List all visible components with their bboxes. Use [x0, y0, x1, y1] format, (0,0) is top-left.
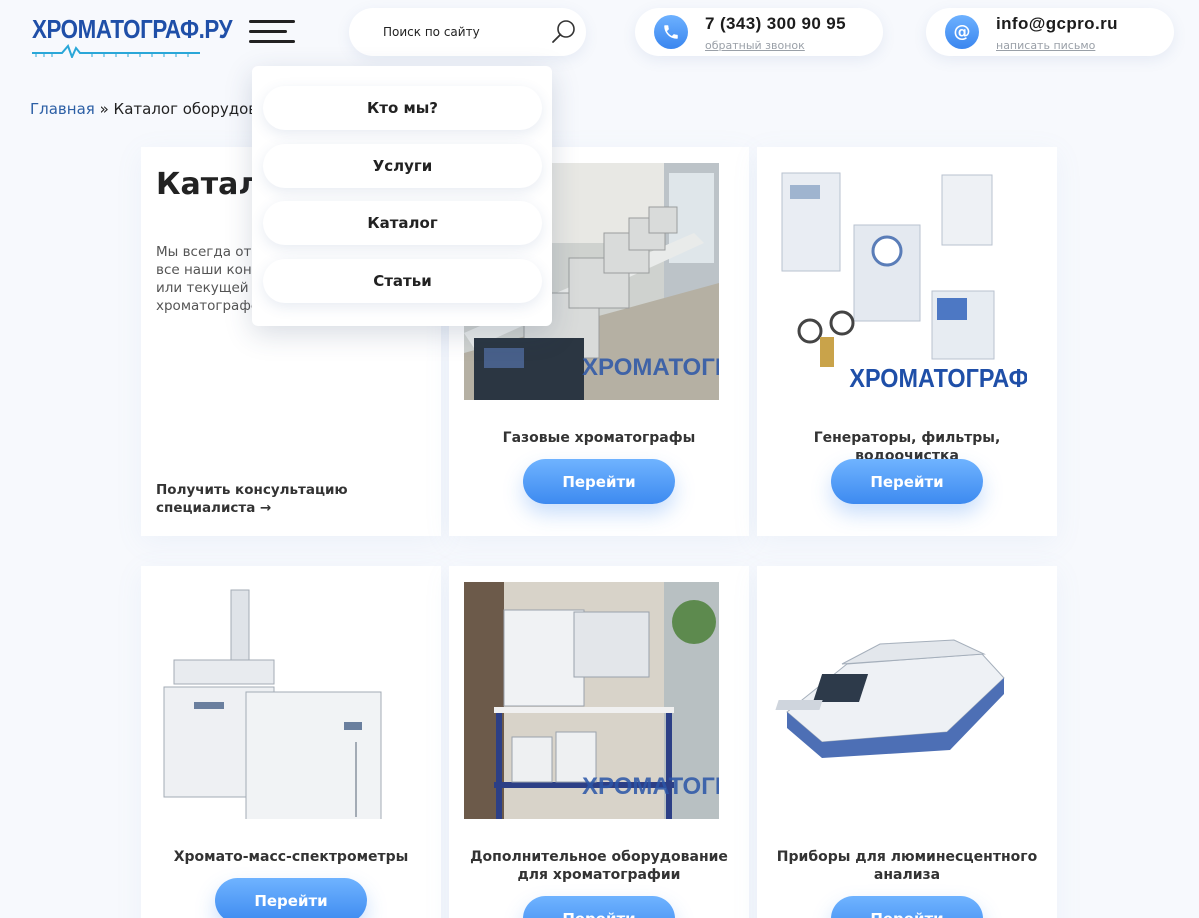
callback-link[interactable]: обратный звонок	[705, 39, 805, 52]
card-title: Газовые хроматографы	[502, 430, 696, 446]
phone-number[interactable]: 7 (343) 300 90 95	[705, 14, 846, 34]
phone-icon[interactable]	[654, 15, 688, 49]
catalog-card: ХРОМАТОГРАФ.РУ Генераторы, фильтры, водо…	[757, 147, 1057, 536]
go-button[interactable]: Перейти	[831, 896, 983, 918]
email-address[interactable]: info@gcpro.ru	[996, 14, 1118, 34]
go-button[interactable]: Перейти	[215, 878, 367, 918]
write-letter-link[interactable]: написать письмо	[996, 39, 1095, 52]
card-title: Приборы для люминесцентного анализа	[776, 849, 1038, 883]
search-icon[interactable]	[550, 18, 578, 46]
luminescent-analyzer-photo[interactable]	[772, 582, 1027, 819]
generators-photo[interactable]: ХРОМАТОГРАФ.РУ	[772, 163, 1027, 400]
go-button[interactable]: Перейти	[523, 459, 675, 504]
email-contact: @ info@gcpro.ru написать письмо	[926, 8, 1174, 56]
at-icon[interactable]: @	[945, 15, 979, 49]
logo-text: ХРОМАТОГРАФ.РУ	[32, 14, 233, 44]
catalog-card: Приборы для люминесцентного анализа Пере…	[757, 566, 1057, 918]
hamburger-icon[interactable]	[249, 18, 295, 44]
search-box	[349, 8, 586, 56]
catalog-card: Хромато-масс-спектрометры Перейти	[141, 566, 441, 918]
menu-item-services[interactable]: Услуги	[263, 144, 542, 188]
svg-text:ХРОМАТОГРАФ.РУ: ХРОМАТОГРАФ.РУ	[582, 354, 719, 381]
menu-item-catalog[interactable]: Каталог	[263, 201, 542, 245]
mass-spectrometer-photo[interactable]	[156, 582, 411, 819]
svg-text:ХРОМАТОГРАФ.РУ: ХРОМАТОГРАФ.РУ	[849, 365, 1027, 393]
logo-wave-icon	[32, 44, 200, 58]
phone-contact: 7 (343) 300 90 95 обратный звонок	[635, 8, 883, 56]
menu-item-articles[interactable]: Статьи	[263, 259, 542, 303]
go-button[interactable]: Перейти	[831, 459, 983, 504]
menu-item-about[interactable]: Кто мы?	[263, 86, 542, 130]
extra-equipment-photo[interactable]: ХРОМАТОГРАФ.РУ	[464, 582, 719, 819]
breadcrumb-home[interactable]: Главная	[30, 100, 95, 118]
card-title: Хромато-масс-спектрометры	[173, 849, 409, 865]
nav-dropdown-menu: Кто мы? Услуги Каталог Статьи	[252, 66, 552, 326]
catalog-card: ХРОМАТОГРАФ.РУ Дополнительное оборудован…	[449, 566, 749, 918]
consult-link[interactable]: Получить консультацию специалиста →	[156, 481, 386, 517]
go-button[interactable]: Перейти	[523, 896, 675, 918]
site-logo[interactable]: ХРОМАТОГРАФ.РУ	[32, 8, 233, 58]
search-input[interactable]	[383, 22, 543, 42]
card-title: Дополнительное оборудование для хроматог…	[470, 849, 728, 883]
breadcrumb-separator: »	[99, 100, 109, 118]
svg-text:ХРОМАТОГРАФ.РУ: ХРОМАТОГРАФ.РУ	[582, 773, 719, 800]
